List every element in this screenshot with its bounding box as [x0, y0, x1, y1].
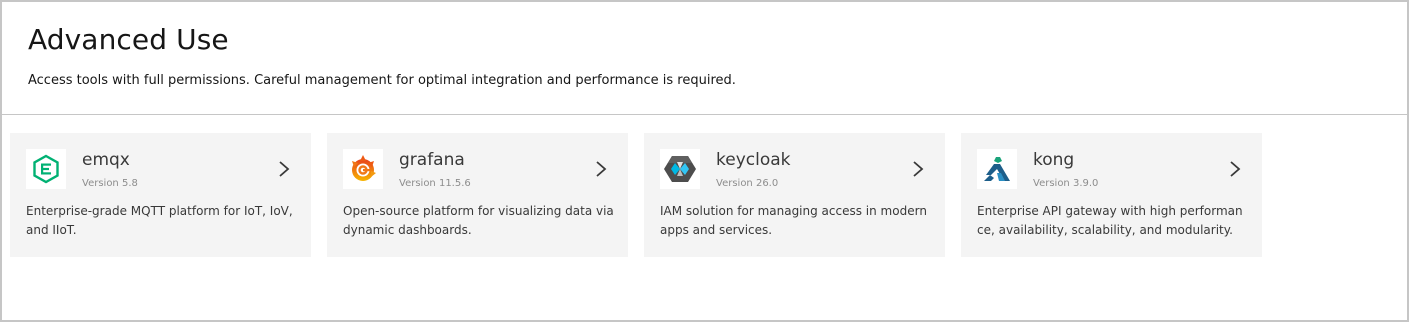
tool-version: Version 3.9.0 [1033, 178, 1099, 189]
tool-version: Version 26.0 [716, 178, 779, 189]
kong-logo-icon [977, 149, 1017, 189]
tool-description: Enterprise API gateway with high perform… [977, 204, 1243, 237]
tool-description: Open-source platform for visualizing dat… [343, 204, 614, 237]
section-subtitle: Access tools with full permissions. Care… [28, 73, 736, 88]
chevron-right-icon[interactable] [594, 159, 608, 179]
tool-description: IAM solution for managing access in mode… [660, 204, 927, 237]
tool-card-keycloak[interactable]: keycloak Version 26.0 IAM solution for m… [644, 133, 945, 257]
chevron-right-icon[interactable] [911, 159, 925, 179]
tool-version: Version 5.8 [82, 178, 138, 189]
tool-name: grafana [399, 150, 465, 170]
tool-description: Enterprise-grade MQTT platform for IoT, … [26, 204, 293, 237]
advanced-use-panel: Advanced Use Access tools with full perm… [0, 0, 1409, 322]
section-header: Advanced Use Access tools with full perm… [28, 22, 736, 89]
section-title: Advanced Use [28, 23, 229, 56]
tool-card-emqx[interactable]: emqx Version 5.8 Enterprise-grade MQTT p… [10, 133, 311, 257]
section-divider [2, 114, 1407, 115]
tool-version: Version 11.5.6 [399, 178, 471, 189]
chevron-right-icon[interactable] [277, 159, 291, 179]
keycloak-logo-icon [660, 149, 700, 189]
tool-card-list: emqx Version 5.8 Enterprise-grade MQTT p… [10, 133, 1262, 257]
tool-name: keycloak [716, 150, 791, 170]
tool-name: emqx [82, 150, 130, 170]
tool-card-grafana[interactable]: grafana Version 11.5.6 Open-source platf… [327, 133, 628, 257]
grafana-logo-icon [343, 149, 383, 189]
tool-name: kong [1033, 150, 1075, 170]
tool-card-kong[interactable]: kong Version 3.9.0 Enterprise API gatewa… [961, 133, 1262, 257]
emqx-logo-icon [26, 149, 66, 189]
chevron-right-icon[interactable] [1228, 159, 1242, 179]
